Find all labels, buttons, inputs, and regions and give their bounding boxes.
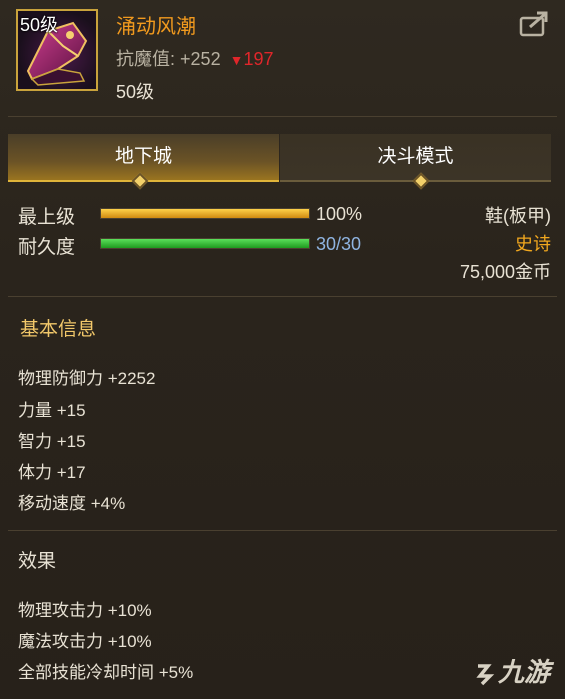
resist-change: 197 [243,49,274,69]
upgrade-value: 100% [316,204,363,224]
basic-attr: 物理防御力 +2252 [18,369,156,388]
header-divider [8,116,557,117]
effects-title: 效果 [18,551,57,572]
tab-dungeon[interactable]: 地下城 [8,134,279,182]
item-rarity: 史诗 [515,234,551,254]
item-price: 75,000金币 [459,262,551,282]
resist-value: +252 [180,49,221,69]
durability-label: 耐久度 [18,237,76,258]
item-name: 涌动风潮 [116,16,196,38]
item-level-badge: 50级 [20,15,59,35]
resist-row: 抗魔值: +252 ▼197 [116,45,274,71]
basic-info-title: 基本信息 [20,319,97,340]
watermark-logo-icon: 九游 [474,652,550,689]
watermark-text: 九游 [498,657,551,687]
share-icon[interactable] [518,10,550,38]
effect-attr: 物理攻击力 +10% [18,601,152,620]
item-tooltip-panel: 50级 涌动风潮 抗魔值: +252 ▼197 50级 地下城 决斗模式 最上级… [0,0,565,699]
item-level-text: 50级 [116,82,155,102]
upgrade-label: 最上级 [18,207,76,228]
upgrade-bar-fill [101,209,309,218]
effect-attr: 全部技能冷却时间 +5% [18,663,194,682]
section-divider [8,530,557,531]
resist-label: 抗魔值: [116,49,176,69]
basic-attr: 体力 +17 [18,463,86,482]
section-divider [8,296,557,297]
basic-attr: 力量 +15 [18,401,86,420]
upgrade-bar [100,208,310,219]
decrease-arrow-icon: ▼ [229,52,244,68]
tab-duel-mode[interactable]: 决斗模式 [280,134,551,182]
durability-bar-fill [101,239,309,248]
mode-tabs: 地下城 决斗模式 [8,134,557,182]
durability-bar [100,238,310,249]
item-header: 50级 涌动风潮 抗魔值: +252 ▼197 50级 [0,0,565,114]
basic-attr: 移动速度 +4% [18,494,126,513]
basic-attr: 智力 +15 [18,432,86,451]
item-type: 鞋(板甲) [485,206,551,226]
durability-value: 30/30 [316,234,362,254]
effect-attr: 魔法攻击力 +10% [18,632,152,651]
